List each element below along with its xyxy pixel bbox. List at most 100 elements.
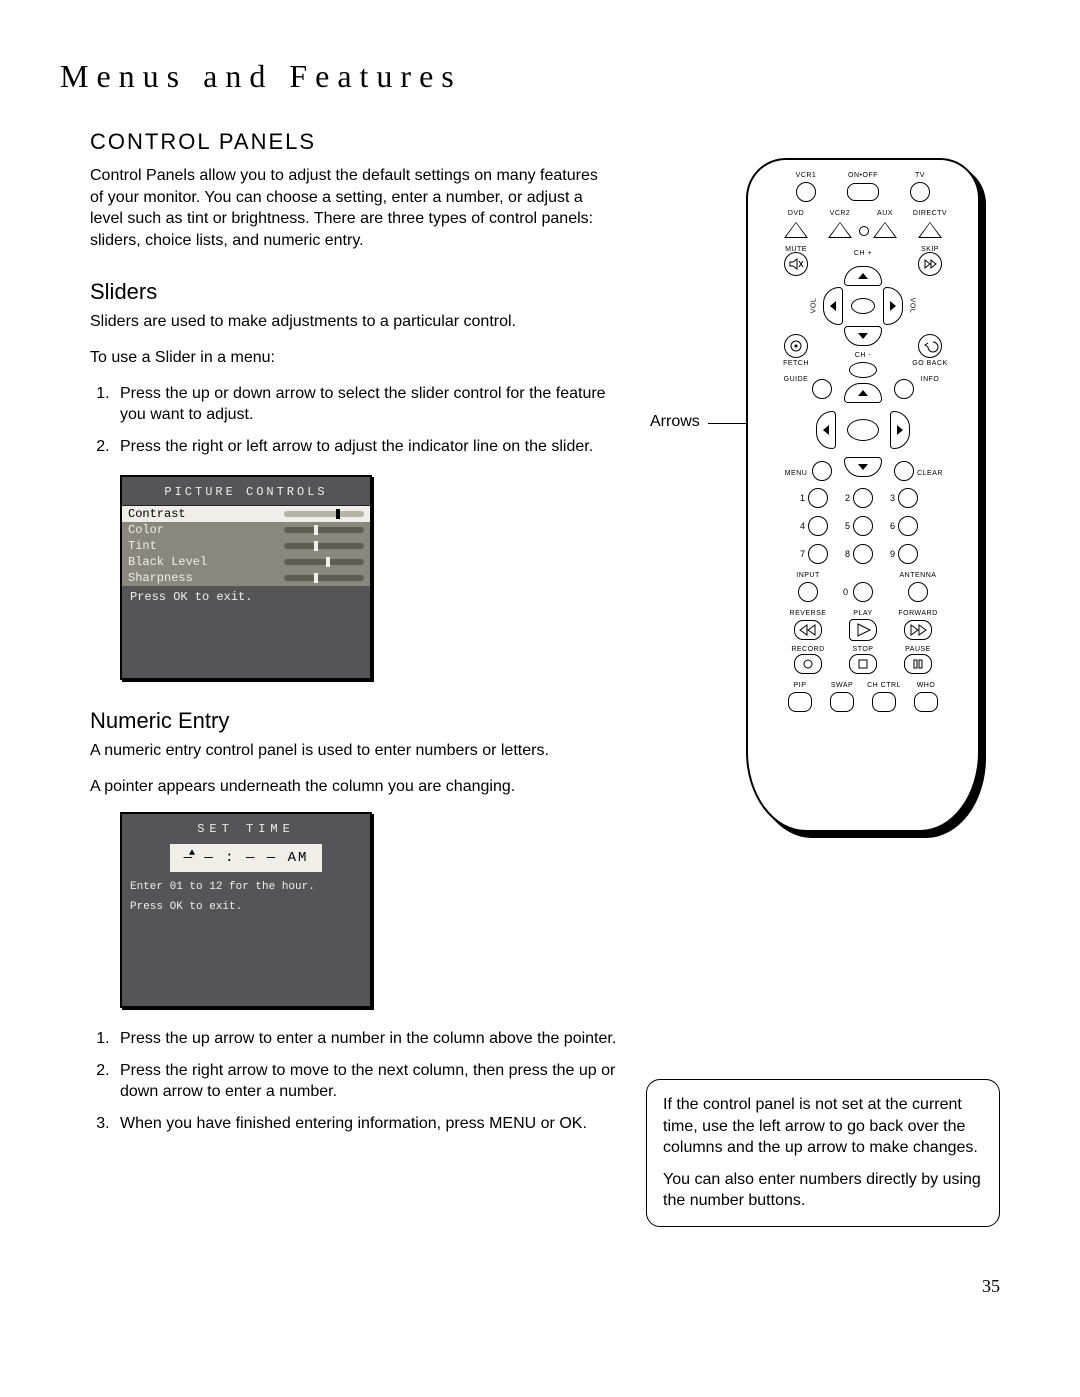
label-vcr1: VCR1 — [786, 172, 826, 179]
manual-page: Menus and Features CONTROL PANELS Contro… — [0, 0, 1080, 1397]
mute-button[interactable] — [784, 252, 808, 276]
set-time-caret-icon: ▲ — [189, 848, 197, 859]
slider-track — [284, 575, 364, 581]
stop-icon — [850, 655, 876, 673]
arrow-right-button[interactable] — [890, 411, 910, 449]
label-goback: GO BACK — [910, 360, 950, 367]
ch-vol-dpad — [827, 270, 899, 342]
num-label-6: 6 — [885, 521, 895, 531]
chctrl-button[interactable] — [872, 692, 896, 712]
vcr2-button[interactable] — [828, 222, 852, 238]
picture-row-label: Sharpness — [128, 571, 193, 585]
set-time-footer: Press OK to exit. — [122, 896, 370, 916]
picture-controls-title: PICTURE CONTROLS — [122, 477, 370, 505]
tip-p1: If the control panel is not set at the c… — [663, 1094, 983, 1159]
aux-button[interactable] — [873, 222, 897, 238]
input-button[interactable] — [798, 582, 818, 602]
slider-thumb — [314, 541, 318, 551]
slider-thumb — [336, 509, 340, 519]
num-2-button[interactable] — [853, 488, 873, 508]
num-8-button[interactable] — [853, 544, 873, 564]
who-button[interactable] — [914, 692, 938, 712]
num-label-9: 9 — [885, 549, 895, 559]
tip-p2: You can also enter numbers directly by u… — [663, 1169, 983, 1212]
num-label-3: 3 — [885, 493, 895, 503]
pause-button[interactable] — [904, 654, 932, 674]
num-7-button[interactable] — [808, 544, 828, 564]
label-vcr2: VCR2 — [820, 210, 860, 217]
vol-down-button[interactable] — [823, 287, 843, 325]
label-vol-right: VOL — [909, 286, 916, 326]
numeric-step-2: Press the right arrow to move to the nex… — [114, 1060, 634, 1103]
slider-track — [284, 543, 364, 549]
forward-button[interactable] — [904, 620, 932, 640]
guide-button[interactable] — [812, 379, 832, 399]
dvd-button[interactable] — [784, 222, 808, 238]
pip-button[interactable] — [788, 692, 812, 712]
antenna-button[interactable] — [908, 582, 928, 602]
picture-row-label: Tint — [128, 539, 157, 553]
forward-icon — [905, 621, 931, 639]
record-button[interactable] — [794, 654, 822, 674]
label-stop: STOP — [843, 646, 883, 653]
label-guide: GUIDE — [776, 376, 816, 383]
vcr1-button[interactable] — [796, 182, 816, 202]
set-time-note: Enter 01 to 12 for the hour. — [122, 876, 370, 896]
label-pause: PAUSE — [898, 646, 938, 653]
tv-button[interactable] — [910, 182, 930, 202]
slider-step-1: Press the up or down arrow to select the… — [114, 383, 634, 426]
label-vol-left: VOL — [811, 286, 818, 326]
mid-oval-button[interactable] — [849, 362, 877, 378]
num-label-8: 8 — [840, 549, 850, 559]
label-info: INFO — [910, 376, 950, 383]
picture-row-label: Color — [128, 523, 164, 537]
num-3-button[interactable] — [898, 488, 918, 508]
goback-button[interactable] — [918, 334, 942, 358]
ok-button[interactable] — [847, 419, 879, 441]
num-label-0: 0 — [838, 587, 848, 597]
ch-down-button[interactable] — [844, 326, 882, 346]
info-button[interactable] — [894, 379, 914, 399]
picture-row: Color — [122, 522, 370, 538]
set-time-value-text: — — : — — AM — [184, 850, 309, 866]
num-4-button[interactable] — [808, 516, 828, 536]
num-label-1: 1 — [795, 493, 805, 503]
num-9-button[interactable] — [898, 544, 918, 564]
record-icon — [795, 655, 821, 673]
directv-button[interactable] — [918, 222, 942, 238]
label-record: RECORD — [788, 646, 828, 653]
label-clear: CLEAR — [910, 470, 950, 477]
reverse-button[interactable] — [794, 620, 822, 640]
num-label-4: 4 — [795, 521, 805, 531]
mute-icon — [785, 253, 807, 275]
stop-button[interactable] — [849, 654, 877, 674]
num-5-button[interactable] — [853, 516, 873, 536]
slider-thumb — [314, 573, 318, 583]
onoff-button[interactable] — [847, 183, 879, 201]
main-dpad — [820, 387, 906, 473]
pause-icon — [905, 655, 931, 673]
arrow-left-button[interactable] — [816, 411, 836, 449]
play-button[interactable] — [849, 619, 877, 641]
label-menu: MENU — [776, 470, 816, 477]
label-swap: SWAP — [822, 682, 862, 689]
go-back-icon — [919, 335, 941, 357]
swap-button[interactable] — [830, 692, 854, 712]
fetch-button[interactable] — [784, 334, 808, 358]
num-6-button[interactable] — [898, 516, 918, 536]
label-ch-minus: CH - — [838, 352, 888, 359]
page-number: 35 — [982, 1276, 1000, 1297]
arrow-down-button[interactable] — [844, 457, 882, 477]
arrow-up-button[interactable] — [844, 383, 882, 403]
label-chctrl: CH CTRL — [864, 682, 904, 689]
num-1-button[interactable] — [808, 488, 828, 508]
page-title: Menus and Features — [60, 58, 1002, 95]
num-0-button[interactable] — [853, 582, 873, 602]
vol-up-button[interactable] — [883, 287, 903, 325]
num-label-7: 7 — [795, 549, 805, 559]
ch-up-button[interactable] — [844, 266, 882, 286]
skip-button[interactable] — [918, 252, 942, 276]
label-forward: FORWARD — [898, 610, 938, 617]
numeric-steps: Press the up arrow to enter a number in … — [90, 1028, 634, 1134]
remote-shell: VCR1 ON•OFF TV DVD VCR2 AUX DIRECTV MUTE… — [746, 158, 980, 832]
